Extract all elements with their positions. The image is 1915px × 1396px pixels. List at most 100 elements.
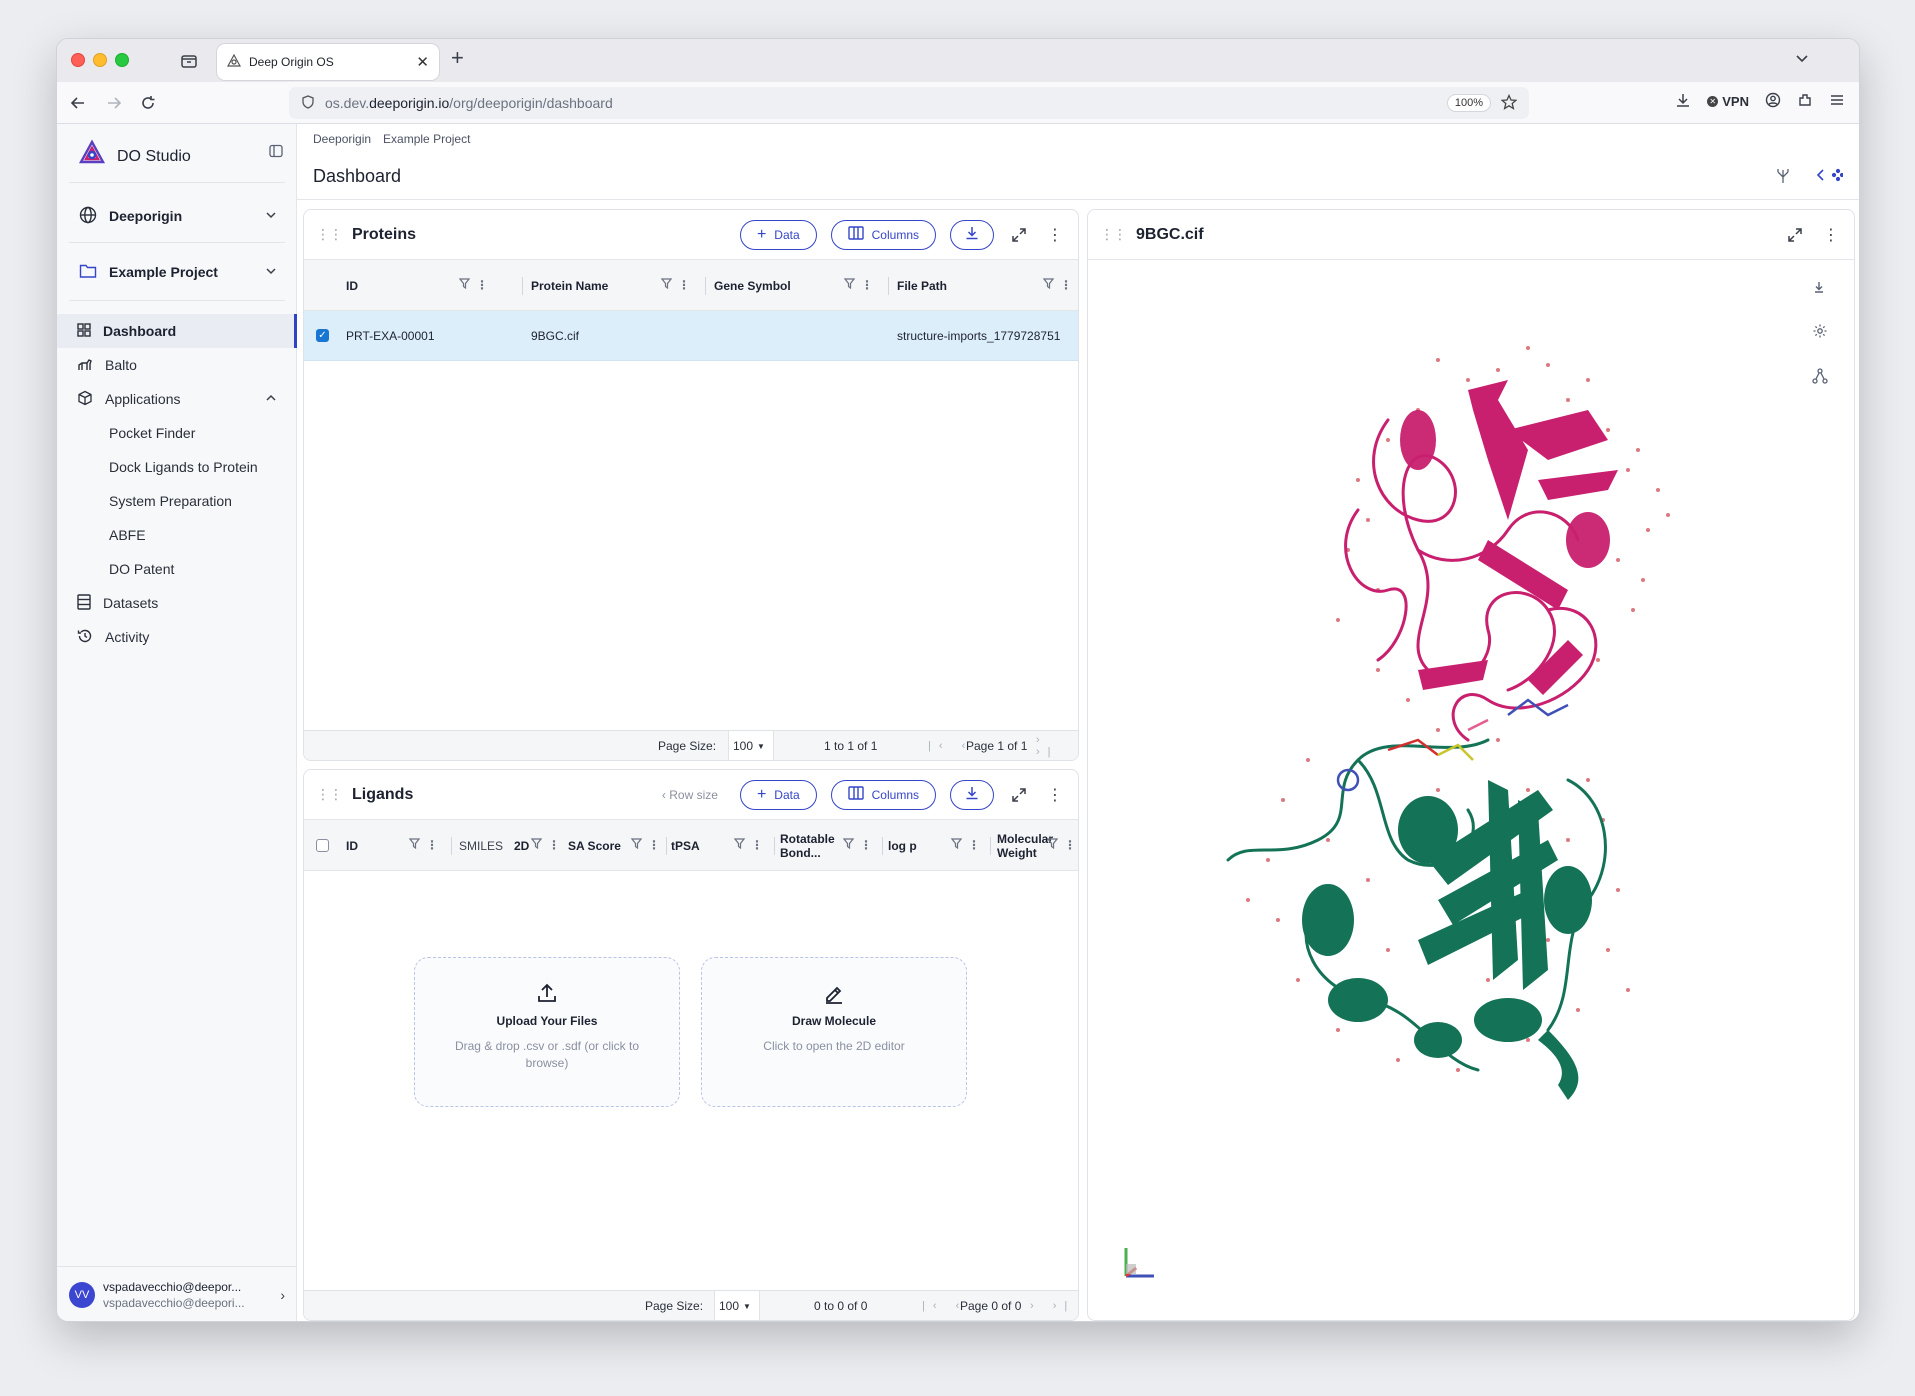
more-vertical-icon[interactable]: ⋮ — [648, 838, 660, 852]
drag-handle-icon[interactable]: ⋮⋮ — [1100, 226, 1127, 243]
more-vertical-icon[interactable]: ⋮ — [751, 838, 763, 852]
zoom-level[interactable]: 100% — [1446, 94, 1491, 112]
more-vertical-icon[interactable]: ⋮ — [426, 838, 438, 852]
project-selector[interactable]: Example Project — [69, 252, 287, 292]
column-header-2d[interactable]: 2D ⋮ — [514, 820, 564, 871]
filter-icon[interactable] — [458, 278, 471, 292]
chevron-down-icon[interactable] — [1795, 51, 1809, 70]
filter-icon[interactable] — [408, 838, 421, 852]
column-separator[interactable] — [882, 837, 883, 855]
sidebar-app-dock-ligands[interactable]: Dock Ligands to Protein — [57, 450, 297, 484]
download-icon[interactable] — [1675, 92, 1691, 111]
more-vertical-icon[interactable]: ⋮ — [1820, 224, 1842, 246]
sidebar-item-applications[interactable]: Applications — [57, 382, 297, 416]
column-separator[interactable] — [705, 277, 706, 295]
sidebar-collapse-icon[interactable] — [269, 144, 283, 163]
column-header-molecular-weight[interactable]: Molecular Weight ⋮ — [997, 820, 1078, 871]
sidebar-item-datasets[interactable]: Datasets — [57, 586, 297, 620]
expand-icon[interactable] — [1784, 224, 1806, 246]
column-separator[interactable] — [666, 837, 667, 855]
url-bar[interactable]: os.dev.deeporigin.io/org/deeporigin/dash… — [289, 87, 1529, 119]
add-data-button[interactable]: + Data — [739, 219, 817, 250]
column-header-protein-name[interactable]: Protein Name ⋮ — [531, 260, 698, 311]
filter-icon[interactable] — [843, 278, 856, 292]
user-menu[interactable]: VV vspadavecchio@deepor... vspadavecchio… — [57, 1266, 297, 1321]
more-vertical-icon[interactable]: ⋮ — [476, 278, 488, 292]
column-header-gene-symbol[interactable]: Gene Symbol ⋮ — [714, 260, 881, 311]
more-vertical-icon[interactable]: ⋮ — [678, 278, 690, 292]
protein-structure-render[interactable] — [1188, 340, 1748, 1100]
more-vertical-icon[interactable]: ⋮ — [860, 838, 872, 852]
column-separator[interactable] — [451, 837, 452, 855]
column-separator[interactable] — [774, 837, 775, 855]
filter-icon[interactable] — [950, 838, 963, 852]
star-icon[interactable] — [1500, 93, 1518, 113]
draw-molecule-card[interactable]: Draw Molecule Click to open the 2D edito… — [701, 957, 967, 1107]
sidebar-app-do-patent[interactable]: DO Patent — [57, 552, 297, 586]
tab-list-icon[interactable] — [179, 51, 199, 71]
gear-icon[interactable] — [1812, 323, 1828, 344]
filter-icon[interactable] — [1042, 278, 1055, 292]
breadcrumb-org[interactable]: Deeporigin — [313, 132, 371, 146]
minimize-window-button[interactable] — [93, 53, 107, 67]
expand-icon[interactable] — [1008, 224, 1030, 246]
column-header-file-path[interactable]: File Path ⋮ — [897, 260, 1078, 311]
filter-icon[interactable] — [842, 838, 855, 852]
row-size-button[interactable]: ‹ Row size — [662, 788, 718, 802]
url-text[interactable]: os.dev.deeporigin.io/org/deeporigin/dash… — [325, 95, 1437, 111]
more-vertical-icon[interactable]: ⋮ — [1044, 224, 1066, 246]
drag-handle-icon[interactable]: ⋮⋮ — [316, 226, 343, 243]
expand-icon[interactable] — [1008, 784, 1030, 806]
vpn-button[interactable]: ✕ VPN — [1707, 94, 1749, 109]
org-selector[interactable]: Deeporigin — [69, 196, 287, 236]
columns-button[interactable]: Columns — [830, 219, 936, 250]
forward-icon[interactable] — [103, 92, 125, 114]
drag-handle-icon[interactable]: ⋮⋮ — [316, 786, 343, 803]
more-vertical-icon[interactable]: ⋮ — [861, 278, 873, 292]
more-vertical-icon[interactable]: ⋮ — [548, 838, 560, 852]
row-checkbox[interactable]: ✓ — [316, 329, 329, 342]
account-icon[interactable] — [1765, 92, 1781, 111]
next-last-icons[interactable]: › ›| — [1036, 731, 1078, 760]
column-header-tpsa[interactable]: tPSA ⋮ — [671, 820, 771, 871]
filter-icon[interactable] — [530, 838, 543, 852]
download-button[interactable] — [950, 219, 994, 250]
sidebar-item-dashboard[interactable]: Dashboard — [57, 314, 297, 348]
filter-icon[interactable] — [733, 838, 746, 852]
breadcrumb-project[interactable]: Example Project — [383, 132, 470, 146]
sidebar-item-balto[interactable]: Balto — [57, 348, 297, 382]
columns-button[interactable]: Columns — [830, 779, 936, 810]
more-vertical-icon[interactable]: ⋮ — [968, 838, 980, 852]
add-data-button[interactable]: + Data — [739, 779, 817, 810]
filter-icon[interactable] — [630, 838, 643, 852]
next-last-icons[interactable]: › ›| — [1030, 1291, 1075, 1320]
table-row[interactable]: ✓ PRT-EXA-00001 9BGC.cif structure-impor… — [304, 311, 1078, 361]
molecule-icon[interactable] — [1812, 368, 1828, 389]
close-window-button[interactable] — [71, 53, 85, 67]
column-header-id[interactable]: ID ⋮ — [346, 820, 446, 871]
column-separator[interactable] — [522, 277, 523, 295]
page-size-select[interactable]: 100 ▼ — [728, 731, 774, 760]
tree-icon[interactable] — [1775, 168, 1791, 189]
code-nodes-icon[interactable] — [1816, 168, 1845, 189]
more-vertical-icon[interactable]: ⋮ — [1064, 838, 1076, 852]
maximize-window-button[interactable] — [115, 53, 129, 67]
column-header-log-p[interactable]: log p ⋮ — [888, 820, 988, 871]
sidebar-app-system-preparation[interactable]: System Preparation — [57, 484, 297, 518]
page-size-select[interactable]: 100 ▼ — [714, 1291, 760, 1320]
filter-icon[interactable] — [1046, 838, 1059, 852]
back-icon[interactable] — [67, 92, 89, 114]
more-vertical-icon[interactable]: ⋮ — [1060, 278, 1072, 292]
more-vertical-icon[interactable]: ⋮ — [1044, 784, 1066, 806]
column-separator[interactable] — [888, 277, 889, 295]
column-header-sa-score[interactable]: SA Score ⋮ — [568, 820, 668, 871]
column-header-rotatable-bonds[interactable]: Rotatable Bond... ⋮ — [780, 820, 880, 871]
sidebar-item-activity[interactable]: Activity — [57, 620, 297, 654]
column-header-smiles[interactable]: SMILES — [459, 820, 514, 871]
browser-tab-deep-origin[interactable]: Deep Origin OS ✕ — [217, 44, 439, 80]
extensions-icon[interactable] — [1797, 92, 1813, 111]
column-header-id[interactable]: ID ⋮ — [346, 260, 496, 311]
upload-files-card[interactable]: Upload Your Files Drag & drop .csv or .s… — [414, 957, 680, 1107]
sidebar-app-pocket-finder[interactable]: Pocket Finder — [57, 416, 297, 450]
brand[interactable]: DO Studio — [77, 139, 191, 174]
